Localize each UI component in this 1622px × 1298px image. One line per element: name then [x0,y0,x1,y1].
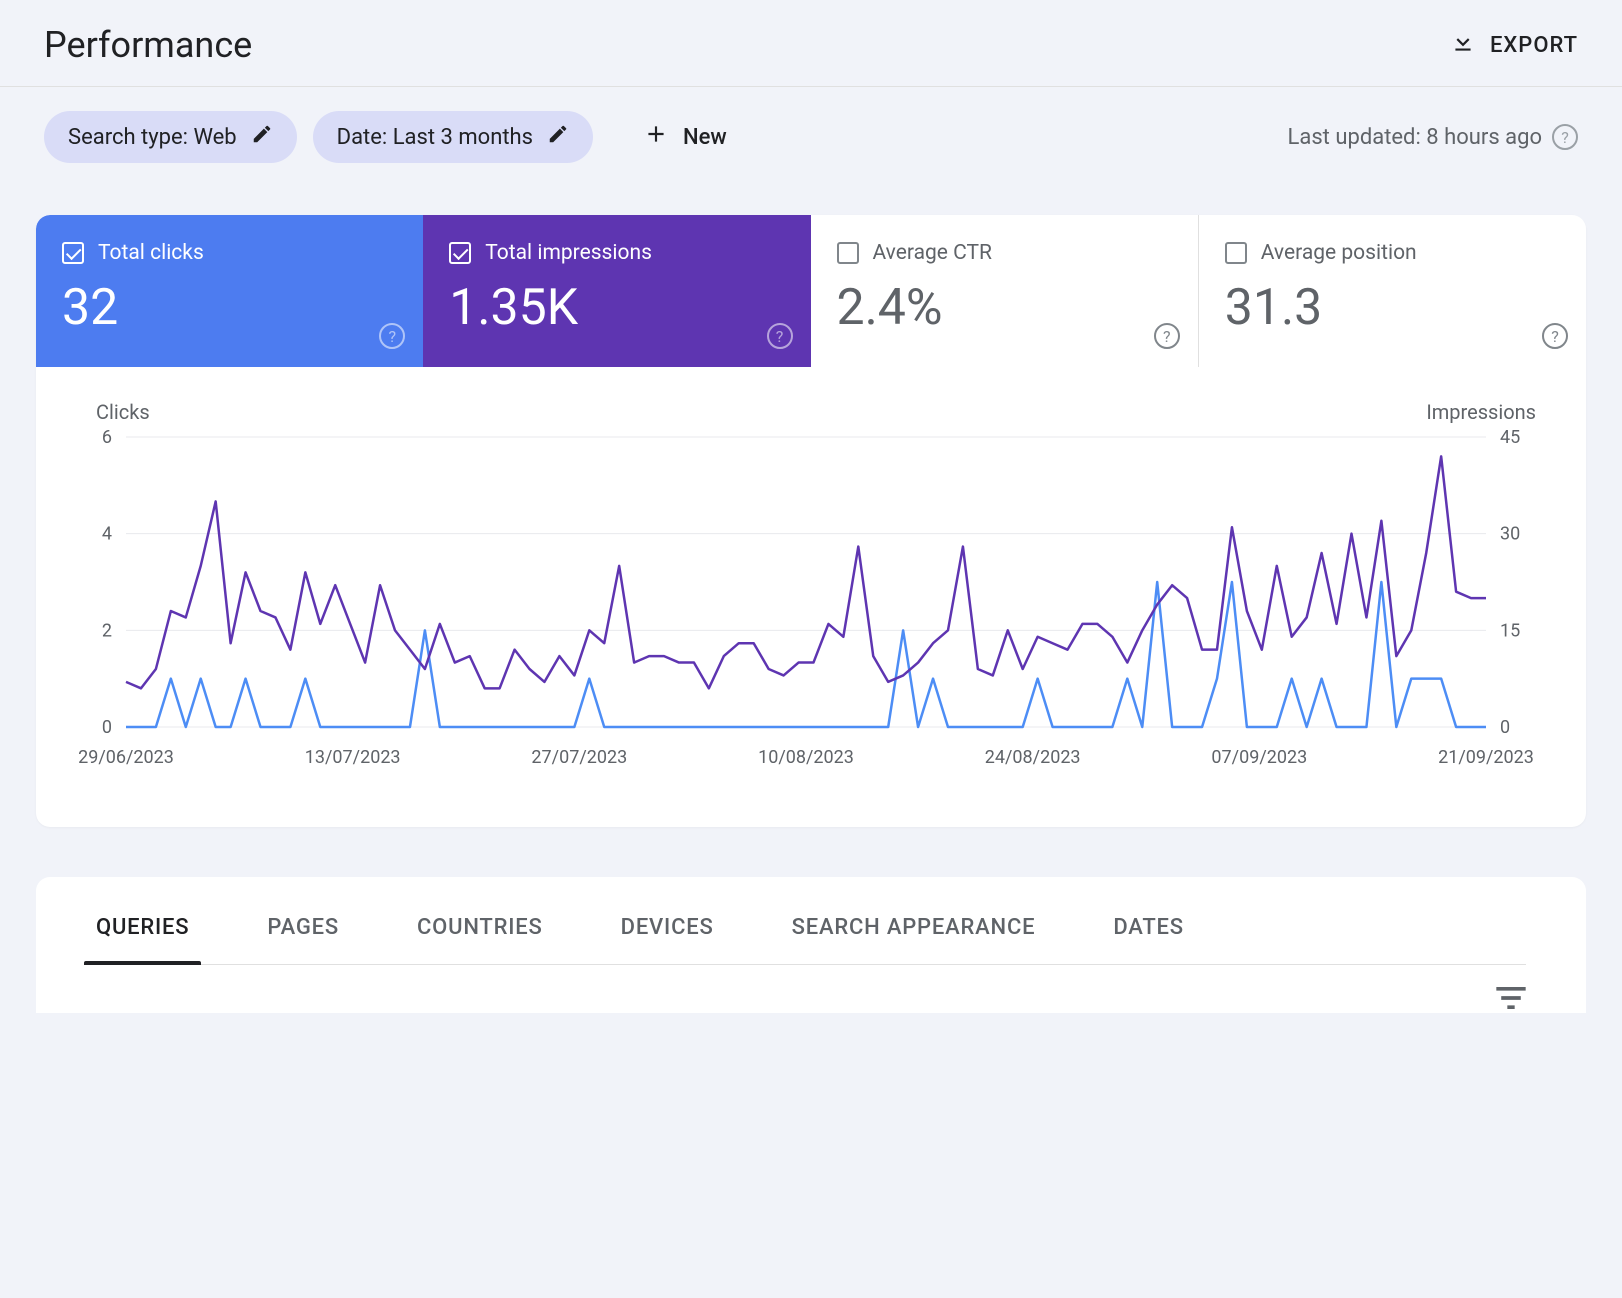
metric-label: Average position [1261,241,1417,265]
tab-devices[interactable]: DEVICES [621,915,714,964]
tab-search-appearance[interactable]: SEARCH APPEARANCE [792,915,1036,964]
export-button[interactable]: EXPORT [1450,29,1578,61]
line-chart: 0 2 4 6 0 15 30 45 Clicks Impressions 29/06/2023 13… [36,367,1586,827]
svg-text:07/09/2023: 07/09/2023 [1211,747,1307,768]
metric-tile-position[interactable]: Average position 31.3 ? [1199,215,1586,367]
performance-chart-card: Total clicks 32 ? Total impressions 1.35… [36,215,1586,827]
date-chip-label: Date: Last 3 months [337,125,533,150]
metric-tile-clicks[interactable]: Total clicks 32 ? [36,215,423,367]
svg-text:2: 2 [102,620,112,641]
help-icon[interactable]: ? [1542,323,1568,349]
metric-value: 31.3 [1225,279,1560,337]
metric-tile-impressions[interactable]: Total impressions 1.35K ? [423,215,810,367]
metric-label: Total impressions [485,241,652,265]
new-filter-button[interactable]: New [625,109,745,165]
new-label: New [683,125,727,150]
tab-countries[interactable]: COUNTRIES [417,915,543,964]
help-icon[interactable]: ? [767,323,793,349]
search-type-chip[interactable]: Search type: Web [44,111,297,163]
filter-list-icon[interactable] [1496,987,1526,1013]
metric-value: 2.4% [837,279,1172,337]
last-updated-text: Last updated: 8 hours ago ? [1288,124,1578,150]
svg-text:10/08/2023: 10/08/2023 [758,747,854,768]
svg-text:13/07/2023: 13/07/2023 [305,747,401,768]
search-type-chip-label: Search type: Web [68,125,237,150]
page-title: Performance [44,24,252,66]
download-icon [1450,29,1476,61]
metric-value: 32 [62,279,397,337]
checkbox-icon [62,242,84,264]
checkbox-icon [1225,242,1247,264]
svg-text:30: 30 [1500,524,1520,545]
tab-dates[interactable]: DATES [1113,915,1184,964]
help-icon[interactable]: ? [1552,124,1578,150]
pencil-icon [251,123,273,151]
help-icon[interactable]: ? [1154,323,1180,349]
metric-label: Total clicks [98,241,204,265]
checkbox-icon [449,242,471,264]
export-label: EXPORT [1490,33,1578,58]
help-icon[interactable]: ? [379,323,405,349]
svg-text:0: 0 [102,717,112,738]
metric-label: Average CTR [873,241,992,265]
svg-text:Clicks: Clicks [96,400,150,424]
svg-text:24/08/2023: 24/08/2023 [985,747,1081,768]
pencil-icon [547,123,569,151]
svg-text:45: 45 [1500,427,1520,448]
svg-text:15: 15 [1500,620,1520,641]
svg-text:29/06/2023: 29/06/2023 [78,747,174,768]
plus-icon [643,121,669,153]
checkbox-icon [837,242,859,264]
svg-text:4: 4 [102,524,112,545]
svg-text:21/09/2023: 21/09/2023 [1438,747,1534,768]
dimension-tabs-card: QUERIES PAGES COUNTRIES DEVICES SEARCH APPEA… [36,877,1586,1013]
svg-text:Impressions: Impressions [1426,400,1536,424]
tab-queries[interactable]: QUERIES [96,915,189,964]
svg-text:0: 0 [1500,717,1510,738]
svg-text:6: 6 [102,427,112,448]
metric-value: 1.35K [449,279,784,337]
metric-tile-ctr[interactable]: Average CTR 2.4% ? [811,215,1199,367]
date-chip[interactable]: Date: Last 3 months [313,111,593,163]
tab-pages[interactable]: PAGES [267,915,339,964]
svg-text:27/07/2023: 27/07/2023 [531,747,627,768]
